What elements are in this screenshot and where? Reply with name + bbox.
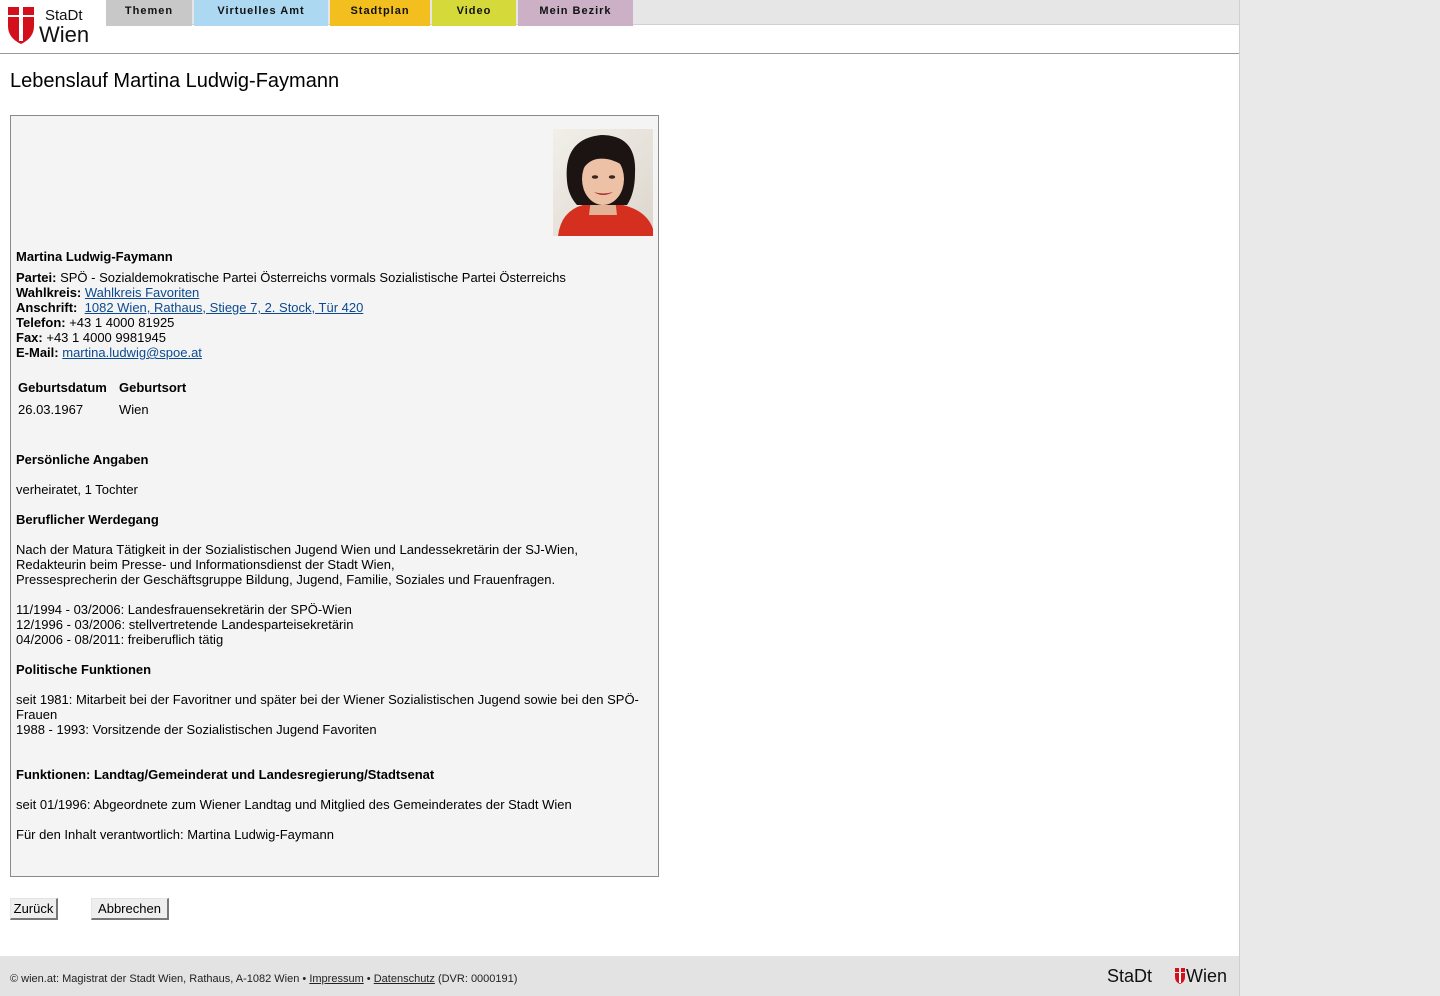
page: StaDt Wien Themen Virtuelles Amt Stadtpl… [0,0,1240,996]
datenschutz-link[interactable]: Datenschutz [374,973,435,985]
career-line: 12/1996 - 03/2006: stellvertretende Land… [16,617,354,632]
wien-shield-icon [8,7,34,44]
birth-place-header: Geburtsort [119,380,187,395]
career-line: Pressesprecherin der Geschäftsgruppe Bil… [16,572,556,587]
party-value: SPÖ - Sozialdemokratische Partei Österre… [60,270,566,285]
party-label: Partei: [16,270,57,285]
nav-tab-themen[interactable]: Themen [106,0,192,26]
functions-text: seit 01/1996: Abgeordnete zum Wiener Lan… [16,797,572,812]
functions-heading: Funktionen: Landtag/Gemeinderat und Land… [16,767,435,782]
dvr-text: (DVR: 0000191) [437,973,518,985]
copyright-text: © wien.at: Magistrat der Stadt Wien, Rat… [10,973,307,985]
stadt-wien-logo[interactable]: StaDt Wien [7,6,102,46]
site-header: StaDt Wien Themen Virtuelles Amt Stadtpl… [0,0,1239,54]
phone-value: +43 1 4000 81925 [69,315,175,330]
footer: © wien.at: Magistrat der Stadt Wien, Rat… [0,956,1239,996]
nav-tab-mein-bezirk[interactable]: Mein Bezirk [518,0,633,26]
svg-text:Wien: Wien [1186,966,1227,986]
footer-separator: • [366,973,371,985]
district-link[interactable]: Wahlkreis Favoriten [85,285,199,300]
political-line: 1988 - 1993: Vorsitzende der Sozialistis… [16,722,377,737]
address-link[interactable]: 1082 Wien, Rathaus, Stiege 7, 2. Stock, … [85,300,364,315]
page-title: Lebenslauf Martina Ludwig-Faymann [10,70,340,92]
career-line: Redakteurin beim Presse- und Information… [16,557,395,572]
party-row: Partei: SPÖ - Sozialdemokratische Partei… [16,270,566,285]
email-row: E-Mail: martina.ludwig@spoe.at [16,345,202,360]
footer-text: © wien.at: Magistrat der Stadt Wien, Rat… [10,973,517,985]
portrait-photo [553,129,653,236]
birth-place-value: Wien [119,402,149,417]
fax-row: Fax: +43 1 4000 9981945 [16,330,166,345]
nav-tab-virtuelles-amt[interactable]: Virtuelles Amt [194,0,328,26]
responsible-note: Für den Inhalt verantwortlich: Martina L… [16,827,334,842]
district-row: Wahlkreis: Wahlkreis Favoriten [16,285,199,300]
personal-heading: Persönliche Angaben [16,452,149,467]
profile-name: Martina Ludwig-Faymann [16,249,173,264]
email-label: E-Mail: [16,345,59,360]
political-line: Frauen [16,707,58,722]
address-row: Anschrift: 1082 Wien, Rathaus, Stiege 7,… [16,300,363,315]
birth-date-value: 26.03.1967 [18,402,84,417]
email-link[interactable]: martina.ludwig@spoe.at [62,345,202,360]
fax-label: Fax: [16,330,43,345]
wien-shield-icon [1175,968,1185,984]
fax-value: +43 1 4000 9981945 [46,330,167,345]
career-line: Nach der Matura Tätigkeit in der Soziali… [16,542,578,557]
svg-text:StaDt: StaDt [1107,966,1152,986]
back-button[interactable]: Zurück [10,898,58,920]
career-line: 11/1994 - 03/2006: Landesfrauensekretäri… [16,602,352,617]
cancel-button[interactable]: Abbrechen [91,898,169,920]
footer-stadt-wien-logo[interactable]: StaDt Wien [1107,966,1230,986]
nav-tab-video[interactable]: Video [432,0,516,26]
phone-row: Telefon: +43 1 4000 81925 [16,315,174,330]
profile-box: Martina Ludwig-Faymann Partei: SPÖ - Soz… [10,115,659,877]
district-label: Wahlkreis: [16,285,82,300]
impressum-link[interactable]: Impressum [309,973,363,985]
phone-label: Telefon: [16,315,66,330]
personal-text: verheiratet, 1 Tochter [16,482,138,497]
political-heading: Politische Funktionen [16,662,152,677]
political-line: seit 1981: Mitarbeit bei der Favoritner … [16,692,639,707]
address-label: Anschrift: [16,300,78,315]
nav-tab-stadtplan[interactable]: Stadtplan [330,0,430,26]
svg-text:Wien: Wien [39,22,89,46]
career-heading: Beruflicher Werdegang [16,512,159,527]
career-line: 04/2006 - 08/2011: freiberuflich tätig [16,632,224,647]
birth-date-header: Geburtsdatum [18,380,107,395]
